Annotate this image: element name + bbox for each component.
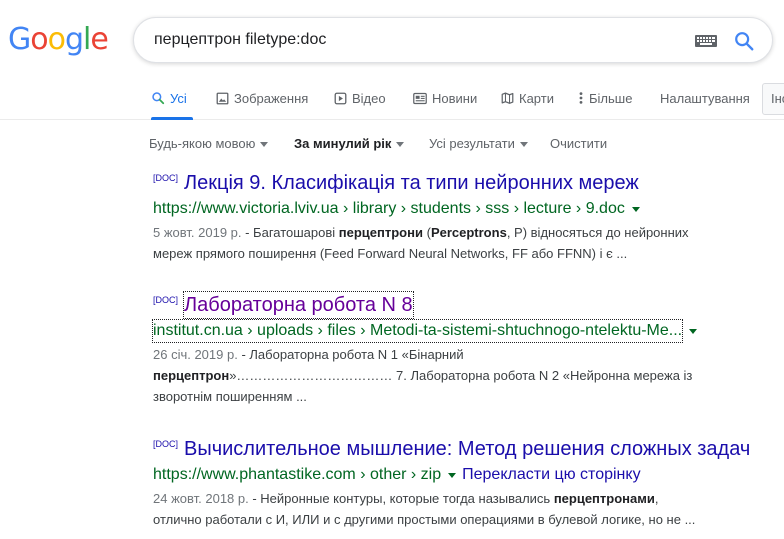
caret-down-icon[interactable] [448,472,457,478]
active-tab-indicator [151,117,193,120]
image-icon [216,92,229,104]
snippet-text: - Лабораторна робота N 1 «Бінарний [237,347,464,362]
clear-filters-link[interactable]: Очистити [550,136,607,151]
search-tools-bar: Будь-якою мовою За минулий рік Усі резул… [0,134,784,156]
search-box [133,17,773,63]
snippet-highlight: Perceptrons [430,225,507,240]
file-type-badge: [DOC] [153,173,179,183]
result-title-link[interactable]: Лекція 9. Класифікація та типи нейронних… [184,170,639,196]
filter-label: За минулий рік [294,136,392,151]
logo-letter: o [30,22,48,57]
language-filter[interactable]: Будь-якою мовою [149,136,269,151]
filter-label: Усі результати [429,136,515,151]
snippet-text: »……………………………… 7. Лабораторна робота N 2 … [229,368,693,383]
search-input[interactable] [154,29,674,51]
result-date: 26 січ. 2019 р. [153,347,238,362]
tab-label: Карти [519,90,554,106]
snippet-highlight: перцептронами [553,491,655,506]
caret-down-icon[interactable] [631,206,640,212]
snippet-text: , [654,491,659,506]
tab-label: Усі [170,90,187,106]
tab-more[interactable]: Більше [578,88,632,108]
tab-label: Більше [589,90,633,106]
search-icon [152,92,165,105]
file-type-badge: [DOC] [153,439,179,449]
keyboard-icon[interactable] [695,35,717,47]
result-snippet: 26 січ. 2019 р. - Лабораторна робота N 1… [153,344,753,407]
result-url: https://www.victoria.lviv.ua › library ›… [153,198,640,220]
tab-label: Новини [432,90,478,106]
logo-letter: e [90,22,108,57]
result-date: 5 жовт. 2019 р. [153,225,242,240]
translate-page-link[interactable]: Перекласти цю сторінку [462,464,640,486]
file-type-badge: [DOC] [153,295,179,305]
tools-button[interactable]: Інструменти [762,83,784,115]
result-url-link[interactable]: https://www.phantastike.com › other › zi… [153,464,441,486]
caret-down-icon [519,141,528,147]
tools-label: Інструменти [771,91,784,106]
settings-link[interactable]: Налаштування [660,88,750,108]
map-icon [501,92,514,104]
results-filter[interactable]: Усі результати [429,136,528,151]
caret-down-icon [396,141,405,147]
more-vert-icon [579,92,583,104]
tab-videos[interactable]: Відео [334,88,386,108]
filter-label: Очистити [550,136,608,151]
caret-down-icon [260,141,269,147]
time-filter[interactable]: За минулий рік [294,136,405,151]
result-title-link[interactable]: Вычислительное мышление: Метод решения с… [184,436,750,462]
snippet-text: , P) відносяться до нейронних [506,225,689,240]
video-icon [334,92,347,104]
tab-news[interactable]: Новини [413,88,477,108]
result-url: https://www.phantastike.com › other › zi… [153,464,641,486]
search-icon[interactable] [733,30,755,52]
logo-letter: G [8,22,31,57]
snippet-text: мереж прямого поширення (Feed Forward Ne… [153,246,628,261]
google-logo[interactable]: Google [8,22,109,58]
search-tabs: Усі Зображення Відео Новини Карти Більше… [0,78,784,120]
result-snippet: 24 жовт. 2018 р. - Нейронные контуры, ко… [153,488,753,530]
logo-letter: g [64,22,84,57]
tab-images[interactable]: Зображення [216,88,308,108]
logo-letter: o [47,22,66,57]
tab-label: Налаштування [660,90,750,106]
tab-all[interactable]: Усі [151,88,187,108]
tab-label: Зображення [234,90,309,106]
snippet-text: отлично работали с И, ИЛИ и с другими пр… [153,512,696,527]
snippet-highlight: перцептрон [153,368,230,383]
snippet-text: - Багатошарові [241,225,339,240]
result-snippet: 5 жовт. 2019 р. - Багатошарові перцептро… [153,222,753,264]
snippet-text: ( [422,225,431,240]
result-date: 24 жовт. 2018 р. [153,491,249,506]
caret-down-icon[interactable] [689,328,698,334]
tab-label: Відео [352,90,386,106]
result-title-link[interactable]: Лабораторна робота N 8 [183,291,414,319]
result-url-link[interactable]: https://www.victoria.lviv.ua › library ›… [153,198,625,220]
snippet-text: - Нейронные контуры, которые тогда назыв… [248,491,554,506]
filter-label: Будь-якою мовою [149,136,256,151]
snippet-highlight: перцептрони [338,225,423,240]
news-icon [413,92,427,104]
result-url: institut.cn.ua › uploads › files › Metod… [151,319,698,343]
tab-maps[interactable]: Карти [501,88,554,108]
snippet-text: зворотнім поширенням ... [153,389,307,404]
result-url-link[interactable]: institut.cn.ua › uploads › files › Metod… [151,319,684,343]
